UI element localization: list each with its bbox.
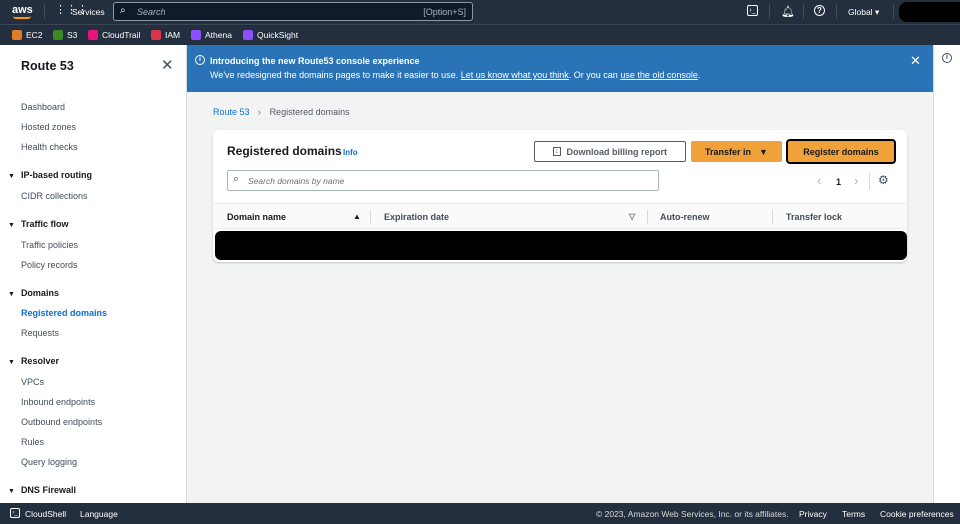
close-icon[interactable]: ✕ <box>910 53 921 69</box>
breadcrumb-route53[interactable]: Route 53 <box>213 107 250 117</box>
language-button[interactable]: Language <box>80 509 118 519</box>
footer: ›_ CloudShell Language © 2023, Amazon We… <box>0 503 960 524</box>
search-icon: ⌕ <box>120 5 126 16</box>
athena-icon <box>191 30 201 40</box>
info-panel-icon[interactable]: i <box>942 53 952 63</box>
caret-down-icon: ▼ <box>759 146 768 157</box>
transfer-in-button[interactable]: Transfer in ▼ <box>691 141 782 162</box>
account-menu[interactable] <box>899 2 960 22</box>
quicksight-icon <box>243 30 253 40</box>
info-link[interactable]: Info <box>343 148 358 157</box>
ec2-icon <box>12 30 22 40</box>
aws-logo[interactable]: aws <box>12 4 33 16</box>
sidebar-item-health-checks[interactable]: Health checks <box>21 142 78 152</box>
favorite-cloudtrail[interactable]: CloudTrail <box>88 30 140 40</box>
cloudshell-button[interactable]: CloudShell <box>25 509 66 519</box>
download-billing-report-button[interactable]: ↓ Download billing report <box>534 141 686 162</box>
favorite-iam[interactable]: IAM <box>151 30 180 40</box>
search-shortcut: [Option+S] <box>423 7 466 17</box>
top-navigation: aws ⋮⋮⋮ Services ⌕ Search [Option+S] ›_ … <box>0 0 960 24</box>
search-icon: ⌕ <box>233 173 240 185</box>
column-auto-renew[interactable]: Auto-renew <box>660 212 710 222</box>
favorite-ec2[interactable]: EC2 <box>12 30 43 40</box>
region-selector[interactable]: Global ▾ <box>848 7 879 18</box>
sidebar-item-requests[interactable]: Requests <box>21 328 59 338</box>
aws-smile-icon <box>13 16 31 19</box>
sidebar-item-registered-domains[interactable]: Registered domains <box>21 308 107 318</box>
download-icon: ↓ <box>553 147 561 156</box>
next-page-button[interactable]: › <box>854 173 858 188</box>
sidebar-item-cidr[interactable]: CIDR collections <box>21 191 88 201</box>
sidebar-item-query-logging[interactable]: Query logging <box>21 457 77 467</box>
previous-page-button[interactable]: ‹ <box>817 173 821 188</box>
info-banner: i Introducing the new Route53 console ex… <box>187 45 933 92</box>
column-expiration-date[interactable]: Expiration date <box>384 212 449 222</box>
search-placeholder: Search domains by name <box>248 176 345 186</box>
breadcrumb: Route 53 › Registered domains <box>213 107 350 117</box>
table-title: Registered domains <box>227 144 342 158</box>
registered-domains-table: Registered domains Info ↓ Download billin… <box>213 130 907 262</box>
cookie-preferences-link[interactable]: Cookie preferences <box>880 509 954 519</box>
terms-link[interactable]: Terms <box>842 509 865 519</box>
sidebar-item-inbound[interactable]: Inbound endpoints <box>21 397 95 407</box>
sidebar-group-domains[interactable]: ▼ Domains <box>8 288 59 298</box>
sidebar-item-policy-records[interactable]: Policy records <box>21 260 78 270</box>
services-button[interactable]: Services <box>72 7 105 17</box>
side-navigation: Route 53 ✕ Dashboard Hosted zones Health… <box>0 45 187 503</box>
sidebar-item-rules[interactable]: Rules <box>21 437 44 447</box>
sort-icon[interactable]: ▽ <box>629 212 635 221</box>
settings-gear-icon[interactable]: ⚙ <box>878 173 889 187</box>
caret-down-icon: ▼ <box>8 359 15 366</box>
iam-icon <box>151 30 161 40</box>
sidebar-item-traffic-policies[interactable]: Traffic policies <box>21 240 78 250</box>
cloudshell-icon[interactable]: ›_ <box>10 508 20 518</box>
cloudshell-icon[interactable]: ›_ <box>747 5 758 16</box>
bell-icon[interactable]: 🔔︎ <box>781 5 795 18</box>
tools-rail: i <box>933 45 960 503</box>
info-icon: i <box>195 55 205 65</box>
sidebar-item-vpcs[interactable]: VPCs <box>21 377 44 387</box>
copyright: © 2023, Amazon Web Services, Inc. or its… <box>596 509 789 519</box>
search-input[interactable]: ⌕ Search [Option+S] <box>113 2 473 21</box>
caret-down-icon: ▼ <box>8 291 15 298</box>
sort-ascending-icon[interactable]: ▲ <box>353 212 361 221</box>
sidebar-group-resolver[interactable]: ▼ Resolver <box>8 356 59 366</box>
region-label: Global <box>848 7 873 17</box>
favorites-bar: EC2 S3 CloudTrail IAM Athena QuickSight <box>0 24 960 45</box>
cloudtrail-icon <box>88 30 98 40</box>
banner-message: We've redesigned the domains pages to ma… <box>210 70 701 80</box>
column-domain-name[interactable]: Domain name <box>227 212 286 222</box>
caret-down-icon: ▼ <box>8 222 15 229</box>
sidebar-title: Route 53 <box>21 59 74 73</box>
chevron-right-icon: › <box>258 107 262 117</box>
help-icon[interactable]: ? <box>814 5 825 16</box>
favorite-s3[interactable]: S3 <box>53 30 77 40</box>
sidebar-item-outbound[interactable]: Outbound endpoints <box>21 417 102 427</box>
favorite-quicksight[interactable]: QuickSight <box>243 30 298 40</box>
sidebar-group-ip-routing[interactable]: ▼ IP-based routing <box>8 170 92 180</box>
table-row-redacted[interactable] <box>215 231 907 260</box>
column-transfer-lock[interactable]: Transfer lock <box>786 212 842 222</box>
caret-down-icon: ▼ <box>8 488 15 495</box>
register-domains-button[interactable]: Register domains <box>786 139 896 164</box>
table-header: Domain name ▲ Expiration date ▽ Auto-ren… <box>213 203 907 229</box>
favorite-athena[interactable]: Athena <box>191 30 232 40</box>
banner-title: Introducing the new Route53 console expe… <box>210 56 420 66</box>
feedback-link[interactable]: Let us know what you think <box>461 70 569 80</box>
caret-down-icon: ▼ <box>8 173 15 180</box>
s3-icon <box>53 30 63 40</box>
sidebar-group-traffic-flow[interactable]: ▼ Traffic flow <box>8 219 68 229</box>
search-placeholder: Search <box>137 7 166 17</box>
sidebar-item-dashboard[interactable]: Dashboard <box>21 102 65 112</box>
privacy-link[interactable]: Privacy <box>799 509 827 519</box>
breadcrumb-current: Registered domains <box>269 107 350 117</box>
sidebar-item-hosted-zones[interactable]: Hosted zones <box>21 122 76 132</box>
page-number[interactable]: 1 <box>836 177 841 187</box>
sidebar-group-dns-firewall[interactable]: ▼ DNS Firewall <box>8 485 76 495</box>
old-console-link[interactable]: use the old console <box>620 70 698 80</box>
close-icon[interactable]: ✕ <box>161 56 174 74</box>
search-domains-input[interactable]: ⌕ Search domains by name <box>227 170 659 191</box>
